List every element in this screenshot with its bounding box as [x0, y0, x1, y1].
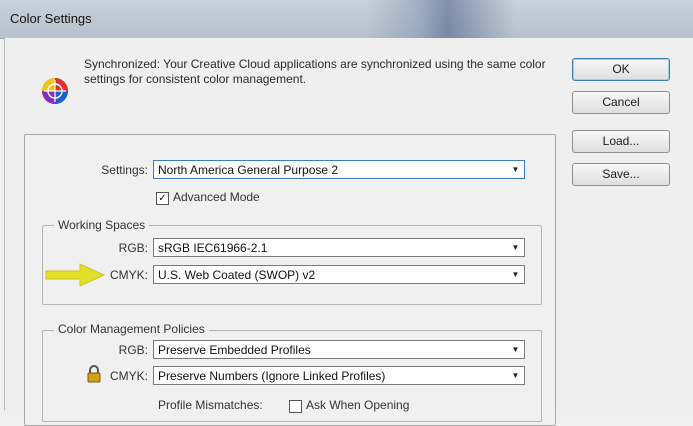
chevron-down-icon: ▼ — [511, 371, 520, 380]
ws-cmyk-label: CMYK: — [109, 268, 148, 282]
ok-button[interactable]: OK — [572, 58, 670, 81]
sync-message: Synchronized: Your Creative Cloud applic… — [84, 57, 546, 86]
chevron-down-icon: ▼ — [511, 270, 520, 279]
settings-value: North America General Purpose 2 — [158, 163, 339, 177]
ws-rgb-label: RGB: — [118, 241, 148, 255]
chevron-down-icon: ▼ — [511, 345, 520, 354]
color-wheel-icon — [42, 78, 68, 104]
working-spaces-legend: Working Spaces — [54, 218, 150, 232]
policy-rgb-select[interactable]: Preserve Embedded Profiles ▼ — [153, 340, 525, 359]
window-title: Color Settings — [10, 11, 92, 26]
advanced-mode-checkbox[interactable]: ✓ — [156, 192, 169, 205]
titlebar-glare — [365, 0, 515, 38]
policies-legend: Color Management Policies — [54, 322, 209, 336]
cancel-button[interactable]: Cancel — [572, 91, 670, 114]
policy-rgb-value: Preserve Embedded Profiles — [158, 343, 311, 357]
title-bar[interactable]: Color Settings — [0, 0, 693, 39]
policy-rgb-label: RGB: — [118, 343, 148, 357]
settings-label: Settings: — [101, 163, 148, 177]
ws-cmyk-value: U.S. Web Coated (SWOP) v2 — [158, 268, 316, 282]
ask-when-opening-checkbox[interactable] — [289, 400, 302, 413]
policy-cmyk-label: CMYK: — [109, 369, 148, 383]
settings-select[interactable]: North America General Purpose 2 ▼ — [153, 160, 525, 179]
policy-cmyk-select[interactable]: Preserve Numbers (Ignore Linked Profiles… — [153, 366, 525, 385]
ws-rgb-select[interactable]: sRGB IEC61966-2.1 ▼ — [153, 238, 525, 257]
load-button[interactable]: Load... — [572, 130, 670, 153]
save-button[interactable]: Save... — [572, 163, 670, 186]
ws-cmyk-select[interactable]: U.S. Web Coated (SWOP) v2 ▼ — [153, 265, 525, 284]
chevron-down-icon: ▼ — [511, 243, 520, 252]
ws-rgb-value: sRGB IEC61966-2.1 — [158, 241, 268, 255]
chevron-down-icon: ▼ — [511, 165, 520, 174]
policy-cmyk-value: Preserve Numbers (Ignore Linked Profiles… — [158, 369, 386, 383]
yellow-arrow-annotation — [45, 263, 106, 287]
advanced-mode-label[interactable]: Advanced Mode — [173, 190, 260, 204]
